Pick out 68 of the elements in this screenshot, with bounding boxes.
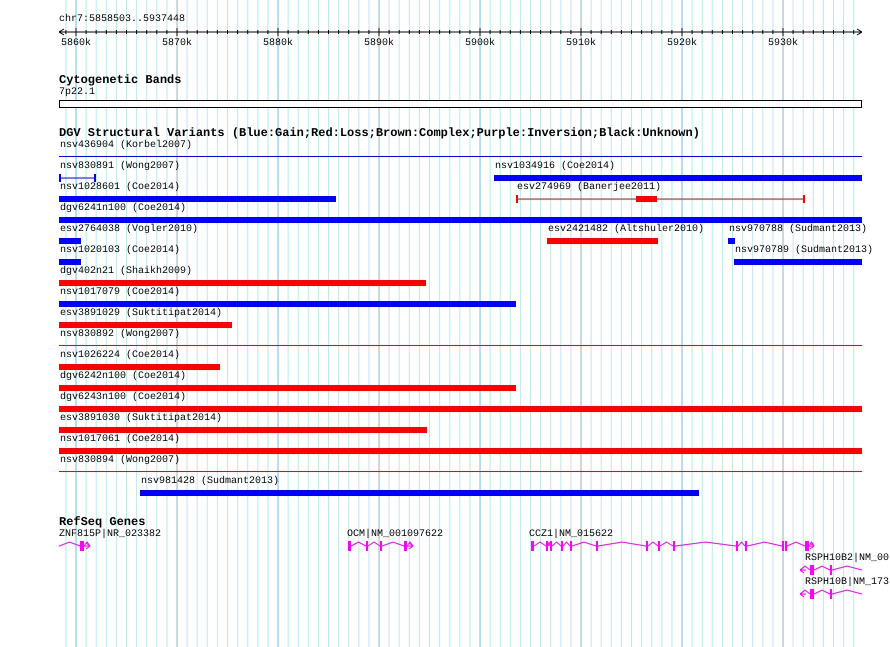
gene-model-drawing[interactable] — [530, 541, 815, 551]
variant-bar[interactable] — [59, 217, 862, 223]
variant-label: nsv981428 (Sudmant2013) — [141, 476, 280, 488]
track-title: RefSeq Genes — [59, 515, 146, 529]
variant-bar[interactable] — [734, 259, 862, 265]
gene-label: CCZ1|NM_015622 — [529, 529, 614, 541]
variant-label: nsv830891 (Wong2007) — [60, 161, 180, 173]
variant-label: nsv830892 (Wong2007) — [60, 329, 180, 341]
variant-label: dgv6243n100 (Coe2014) — [60, 392, 186, 404]
gene-label: ZNF815P|NR_023382 — [59, 529, 162, 541]
variant-label: esv3891029 (Suktitipat2014) — [60, 308, 222, 320]
gene-label: RSPH10B2|NM_00 — [805, 553, 890, 565]
ruler-tick-label: 5920k — [667, 38, 698, 50]
variant-bar[interactable] — [59, 280, 426, 286]
variant-bar[interactable] — [59, 427, 427, 433]
gene-model-drawing[interactable] — [59, 541, 91, 551]
gene-label: OCM|NM_001097622 — [347, 529, 444, 541]
variant-label: nsv1017061 (Coe2014) — [60, 434, 180, 446]
variant-span-line[interactable] — [516, 195, 805, 203]
variant-label: nsv436904 (Korbel2007) — [60, 140, 192, 152]
ruler-tick-label: 5880k — [263, 38, 294, 50]
gene-label: RSPH10B|NM_173 — [805, 577, 890, 589]
gene-model-drawing[interactable] — [800, 565, 863, 575]
variant-bar[interactable] — [59, 322, 232, 328]
variant-bar[interactable] — [140, 490, 699, 496]
variant-label: nsv970788 (Sudmant2013) — [729, 224, 868, 236]
variant-label: esv274969 (Banerjee2011) — [517, 182, 662, 194]
ruler-tick-label: 5890k — [364, 38, 394, 50]
gene-model-drawing[interactable] — [347, 541, 414, 551]
variant-label: nsv1017079 (Coe2014) — [60, 287, 180, 299]
variant-label: nsv1026224 (Coe2014) — [60, 350, 180, 362]
variant-bar[interactable] — [494, 175, 862, 181]
ruler-tick-label: 5910k — [566, 38, 596, 50]
variant-bar[interactable] — [547, 238, 658, 244]
variant-label: dgv6241n100 (Coe2014) — [60, 203, 186, 215]
ruler-tick-label: 5870k — [162, 38, 192, 50]
variant-bar[interactable] — [59, 238, 81, 244]
variant-bar[interactable] — [59, 196, 336, 202]
ruler-tick-label: 5930k — [768, 38, 798, 50]
gene-model-drawing[interactable] — [800, 589, 863, 599]
variant-label: nsv830894 (Wong2007) — [60, 455, 180, 467]
variant-label: esv2421482 (Altshuler2010) — [548, 224, 704, 236]
variant-bar[interactable] — [59, 364, 220, 370]
track-title: Cytogenetic Bands — [59, 73, 182, 87]
variant-bar[interactable] — [728, 238, 735, 244]
variant-span-line[interactable] — [59, 174, 96, 182]
variant-bar[interactable] — [59, 406, 862, 412]
variant-bar[interactable] — [59, 301, 516, 307]
cytoband[interactable] — [59, 100, 862, 108]
variant-label: nsv1028601 (Coe2014) — [60, 182, 180, 194]
variant-line[interactable] — [59, 156, 862, 157]
variant-bar[interactable] — [59, 448, 862, 454]
track-title: DGV Structural Variants (Blue:Gain;Red:Loss;Brown:Complex;Purple:Inversion;Black:Unknown) — [59, 126, 700, 140]
variant-label: dgv6242n100 (Coe2014) — [60, 371, 186, 383]
variant-label: dgv402n21 (Shaikh2009) — [60, 266, 192, 278]
variant-label: esv2764038 (Vogler2010) — [60, 224, 198, 236]
band-label: 7p22.1 — [59, 87, 96, 99]
variant-label: nsv1020103 (Coe2014) — [60, 245, 180, 257]
ruler-tick-label: 5900k — [465, 38, 496, 50]
variant-bar[interactable] — [59, 259, 81, 265]
variant-bar[interactable] — [59, 385, 516, 391]
variant-label: nsv970789 (Sudmant2013) — [735, 245, 874, 257]
variant-label: nsv1034916 (Coe2014) — [495, 161, 616, 173]
variant-line[interactable] — [59, 345, 862, 346]
ruler-tick-label: 5860k — [61, 38, 92, 50]
location-label: chr7:5858503..5937448 — [59, 14, 186, 26]
variant-line[interactable] — [59, 471, 862, 472]
variant-label: esv3891030 (Suktitipat2014) — [60, 413, 222, 425]
